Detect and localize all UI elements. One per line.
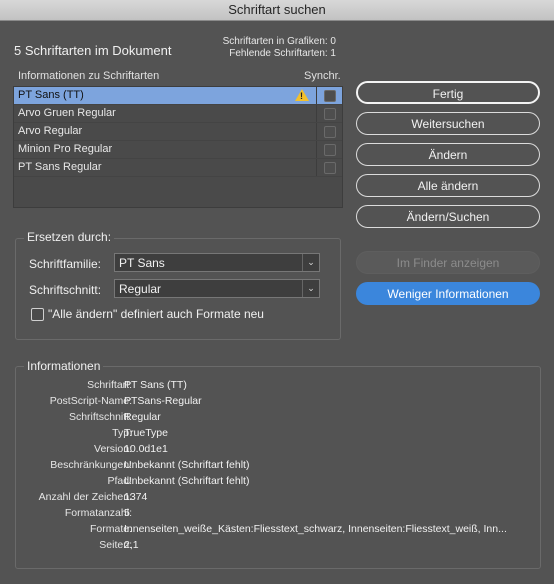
redefine-styles-label: "Alle ändern" definiert auch Formate neu xyxy=(48,307,264,321)
info-value: Unbekannt (Schriftart fehlt) xyxy=(124,459,250,471)
info-key: Formatanzahl: xyxy=(64,507,132,519)
info-key: PostScript-Name: xyxy=(49,395,132,407)
find-next-button[interactable]: Weitersuchen xyxy=(356,112,540,135)
sync-cell xyxy=(316,123,343,140)
window-title: Schriftart suchen xyxy=(0,0,554,21)
info-value: PT Sans (TT) xyxy=(124,379,187,391)
info-row: Anzahl der Zeichen: 1374 xyxy=(14,489,534,505)
info-value: 5 xyxy=(124,507,130,519)
font-style-value: Regular xyxy=(119,282,162,296)
fonts-in-graphics: Schriftarten in Grafiken: 0 xyxy=(222,36,336,47)
info-row: Version: 10.0d1e1 xyxy=(14,441,534,457)
info-value: 2,1 xyxy=(124,539,139,551)
info-value: PTSans-Regular xyxy=(124,395,202,407)
font-row[interactable]: PT Sans (TT) ! xyxy=(14,87,342,105)
sync-cell xyxy=(316,141,343,158)
font-style-label: Schriftschnitt: xyxy=(29,283,102,297)
sync-checkbox[interactable] xyxy=(324,108,336,120)
font-row[interactable]: Arvo Regular xyxy=(14,123,342,141)
info-value: 1374 xyxy=(124,491,148,503)
column-header-sync: Synchr. xyxy=(304,70,341,82)
change-find-button[interactable]: Ändern/Suchen xyxy=(356,205,540,228)
info-value: Regular xyxy=(124,411,161,423)
font-row[interactable]: Minion Pro Regular xyxy=(14,141,342,159)
font-name: Arvo Regular xyxy=(18,125,83,137)
font-family-label: Schriftfamilie: xyxy=(29,257,102,271)
sync-checkbox[interactable] xyxy=(324,126,336,138)
font-name: Arvo Gruen Regular xyxy=(18,107,116,119)
chevron-down-icon: ⌄ xyxy=(302,254,319,271)
change-all-button[interactable]: Alle ändern xyxy=(356,174,540,197)
font-stats: Schriftarten in Grafiken: 0 Fehlende Sch… xyxy=(223,36,336,60)
font-row[interactable]: Arvo Gruen Regular xyxy=(14,105,342,123)
sync-checkbox[interactable] xyxy=(324,144,336,156)
font-style-select[interactable]: Regular ⌄ xyxy=(114,279,320,298)
sync-checkbox[interactable] xyxy=(324,90,336,102)
sync-cell xyxy=(316,159,343,176)
info-row: Formatanzahl: 5 xyxy=(14,505,534,521)
info-row: Seiten: 2,1 xyxy=(14,537,534,553)
info-row: Typ: TrueType xyxy=(14,425,534,441)
info-key: Beschränkungen: xyxy=(50,459,132,471)
info-value: TrueType xyxy=(124,427,168,439)
font-name: PT Sans (TT) xyxy=(18,89,84,101)
info-label: Informationen xyxy=(24,359,104,373)
font-list[interactable]: PT Sans (TT) ! Arvo Gruen Regular Arvo R… xyxy=(13,86,343,208)
info-value: Unbekannt (Schriftart fehlt) xyxy=(124,475,250,487)
column-header-font-info: Informationen zu Schriftarten xyxy=(18,70,160,82)
change-button[interactable]: Ändern xyxy=(356,143,540,166)
chevron-down-icon: ⌄ xyxy=(302,280,319,297)
fonts-in-document-count: 5 Schriftarten im Dokument xyxy=(14,43,172,58)
info-key: Schriftschnitt: xyxy=(68,411,132,423)
font-row[interactable]: PT Sans Regular xyxy=(14,159,342,177)
reveal-in-finder-button[interactable]: Im Finder anzeigen xyxy=(356,251,540,274)
replace-with-label: Ersetzen durch: xyxy=(24,230,115,244)
info-row: Formate: Innenseiten_weiße_Kästen:Fliesst… xyxy=(14,521,534,537)
sync-checkbox[interactable] xyxy=(324,162,336,174)
missing-fonts: Fehlende Schriftarten: 1 xyxy=(229,48,336,59)
sync-cell xyxy=(316,87,343,104)
info-row: Schriftschnitt: Regular xyxy=(14,409,534,425)
sync-cell xyxy=(316,105,343,122)
info-row: Schriftart: PT Sans (TT) xyxy=(14,377,534,393)
warning-icon: ! xyxy=(295,89,309,101)
done-button[interactable]: Fertig xyxy=(356,81,540,104)
info-value: 10.0d1e1 xyxy=(124,443,168,455)
info-row: PostScript-Name: PTSans-Regular xyxy=(14,393,534,409)
font-family-select[interactable]: PT Sans ⌄ xyxy=(114,253,320,272)
less-info-button[interactable]: Weniger Informationen xyxy=(356,282,540,305)
font-name: PT Sans Regular xyxy=(18,161,102,173)
font-name: Minion Pro Regular xyxy=(18,143,113,155)
info-row: Beschränkungen: Unbekannt (Schriftart feh… xyxy=(14,457,534,473)
info-row: Pfad: Unbekannt (Schriftart fehlt) xyxy=(14,473,534,489)
redefine-styles-checkbox[interactable] xyxy=(31,308,44,321)
font-family-value: PT Sans xyxy=(119,256,165,270)
info-value: Innenseiten_weiße_Kästen:Fliesstext_schw… xyxy=(124,523,507,535)
info-key: Anzahl der Zeichen: xyxy=(38,491,132,503)
